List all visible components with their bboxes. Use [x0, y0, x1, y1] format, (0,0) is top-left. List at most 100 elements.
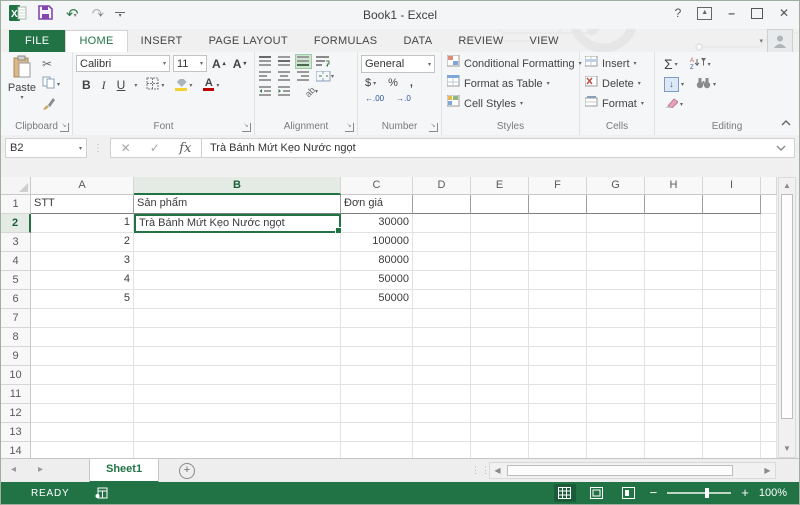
increase-font-size-button[interactable]: A▴ — [210, 56, 228, 72]
clear-button[interactable]: ▾ — [662, 96, 685, 112]
cell-A8[interactable] — [31, 328, 134, 347]
row-header-11[interactable]: 11 — [1, 385, 31, 404]
decrease-decimal-button[interactable]: →.0 — [394, 93, 413, 104]
cell-H12[interactable] — [645, 404, 703, 423]
sort-filter-button[interactable]: AZ▾ — [688, 55, 713, 73]
sheet-nav-right-arrow[interactable]: ▸ — [38, 464, 43, 475]
cell-styles-button[interactable]: Cell Styles▾ — [447, 95, 582, 113]
cell-partial-1[interactable] — [761, 195, 777, 214]
cell-C13[interactable] — [341, 423, 413, 442]
cell-H1[interactable] — [645, 195, 703, 214]
scroll-up-arrow[interactable]: ▲ — [779, 178, 795, 194]
clipboard-dialog-launcher[interactable]: ↘ — [60, 123, 69, 132]
cell-D4[interactable] — [413, 252, 471, 271]
increase-indent-button[interactable] — [277, 85, 292, 98]
underline-button[interactable]: U — [115, 77, 128, 93]
cell-partial-5[interactable] — [761, 271, 777, 290]
font-name-select[interactable]: Calibri▾ — [76, 55, 170, 72]
undo-button[interactable]: ↶▾ — [64, 7, 79, 23]
cell-D1[interactable] — [413, 195, 471, 214]
scroll-right-arrow[interactable]: ▶ — [760, 466, 775, 475]
cell-B1[interactable]: Sản phẩm — [134, 195, 341, 214]
cancel-icon[interactable]: ✕ — [121, 141, 131, 155]
redo-button[interactable]: ↷▾ — [90, 7, 105, 23]
delete-cells-button[interactable]: Delete▾ — [585, 75, 644, 93]
comma-style-button[interactable]: , — [408, 76, 415, 90]
decrease-indent-button[interactable] — [258, 85, 273, 98]
col-header-B[interactable]: B — [134, 177, 341, 195]
col-header-partial[interactable] — [761, 177, 777, 195]
cell-A3[interactable]: 2 — [31, 233, 134, 252]
cell-F3[interactable] — [529, 233, 587, 252]
select-all-button[interactable] — [1, 177, 31, 195]
ribbon-display-options-button[interactable]: ▲ — [697, 7, 712, 20]
cell-A12[interactable] — [31, 404, 134, 423]
number-dialog-launcher[interactable]: ↘ — [429, 123, 438, 132]
middle-align-button[interactable] — [277, 55, 292, 68]
bold-button[interactable]: B — [80, 77, 93, 93]
format-as-table-button[interactable]: Format as Table▾ — [447, 75, 582, 93]
percent-style-button[interactable]: % — [386, 76, 400, 90]
cell-partial-13[interactable] — [761, 423, 777, 442]
cell-I6[interactable] — [703, 290, 761, 309]
normal-view-button[interactable] — [554, 484, 576, 502]
clear-dropdown[interactable]: ▾ — [680, 101, 683, 108]
cell-H4[interactable] — [645, 252, 703, 271]
cell-I14[interactable] — [703, 442, 761, 458]
save-button[interactable] — [38, 5, 53, 25]
font-size-select[interactable]: 11▾ — [173, 55, 207, 72]
fill-handle[interactable] — [335, 227, 342, 234]
cell-B8[interactable] — [134, 328, 341, 347]
cell-F14[interactable] — [529, 442, 587, 458]
center-button[interactable] — [277, 70, 292, 83]
cell-E2[interactable] — [471, 214, 529, 233]
row-header-6[interactable]: 6 — [1, 290, 31, 309]
user-avatar[interactable] — [767, 29, 793, 53]
cell-H13[interactable] — [645, 423, 703, 442]
cell-I9[interactable] — [703, 347, 761, 366]
cell-A6[interactable]: 5 — [31, 290, 134, 309]
vertical-scrollbar[interactable]: ▲ ▼ — [778, 177, 796, 458]
cell-D6[interactable] — [413, 290, 471, 309]
cell-A11[interactable] — [31, 385, 134, 404]
cell-B4[interactable] — [134, 252, 341, 271]
cell-partial-14[interactable] — [761, 442, 777, 458]
cell-H14[interactable] — [645, 442, 703, 458]
name-box[interactable]: B2▾ — [5, 138, 87, 158]
cell-I5[interactable] — [703, 271, 761, 290]
font-color-button[interactable]: A▾ — [201, 78, 221, 92]
col-header-A[interactable]: A — [31, 177, 134, 195]
cell-E6[interactable] — [471, 290, 529, 309]
new-sheet-button[interactable]: + — [179, 463, 195, 479]
cell-B13[interactable] — [134, 423, 341, 442]
cell-D14[interactable] — [413, 442, 471, 458]
cell-F10[interactable] — [529, 366, 587, 385]
font-dialog-launcher[interactable]: ↘ — [242, 123, 251, 132]
merge-center-button[interactable]: ▾ — [315, 70, 335, 83]
cell-G14[interactable] — [587, 442, 645, 458]
orientation-button[interactable]: ab▾ — [304, 86, 319, 98]
cell-D11[interactable] — [413, 385, 471, 404]
horizontal-scrollbar[interactable]: ◀ ▶ — [489, 462, 776, 479]
cell-C3[interactable]: 100000 — [341, 233, 413, 252]
italic-button[interactable]: I — [100, 77, 108, 94]
name-box-dropdown[interactable]: ▾ — [79, 145, 82, 152]
fill-button[interactable]: ↓▾ — [662, 76, 686, 93]
cell-G2[interactable] — [587, 214, 645, 233]
sheet-tab-sheet1[interactable]: Sheet1 — [89, 459, 159, 483]
cell-C6[interactable]: 50000 — [341, 290, 413, 309]
merge-dropdown[interactable]: ▾ — [331, 73, 334, 80]
cell-C7[interactable] — [341, 309, 413, 328]
cell-I13[interactable] — [703, 423, 761, 442]
tab-formulas[interactable]: FORMULAS — [301, 30, 391, 52]
cell-G12[interactable] — [587, 404, 645, 423]
cell-F11[interactable] — [529, 385, 587, 404]
cell-H6[interactable] — [645, 290, 703, 309]
cell-C10[interactable] — [341, 366, 413, 385]
cell-partial-7[interactable] — [761, 309, 777, 328]
cell-C5[interactable]: 50000 — [341, 271, 413, 290]
row-header-4[interactable]: 4 — [1, 252, 31, 271]
cell-E5[interactable] — [471, 271, 529, 290]
tabbar-resize-handle[interactable]: ⋮⋮ — [471, 464, 491, 477]
cell-B9[interactable] — [134, 347, 341, 366]
